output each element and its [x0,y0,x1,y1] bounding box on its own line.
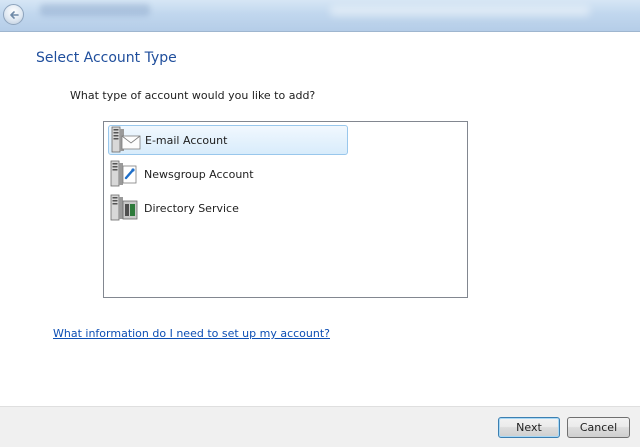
back-button[interactable] [3,4,24,25]
account-type-label: E-mail Account [145,133,228,147]
newsgroup-server-icon [108,159,142,189]
titlebar-blur [40,4,150,16]
email-server-icon [109,125,143,155]
directory-server-icon [108,193,142,223]
account-type-listbox[interactable]: E-mail Account Newsgroup Account Directo… [103,121,468,298]
account-type-label: Newsgroup Account [144,167,254,181]
page-title: Select Account Type [36,50,177,66]
dialog-footer: Next Cancel [0,406,640,447]
window-titlebar [0,0,640,32]
titlebar-blur [330,6,590,16]
back-arrow-icon [10,11,19,19]
account-type-newsgroup[interactable]: Newsgroup Account [108,159,254,189]
question-text: What type of account would you like to a… [70,89,316,102]
account-type-label: Directory Service [144,201,239,215]
next-button[interactable]: Next [498,417,560,438]
account-type-directory[interactable]: Directory Service [108,193,239,223]
account-type-email[interactable]: E-mail Account [108,125,348,155]
cancel-button[interactable]: Cancel [567,417,630,438]
help-link[interactable]: What information do I need to set up my … [53,327,330,340]
